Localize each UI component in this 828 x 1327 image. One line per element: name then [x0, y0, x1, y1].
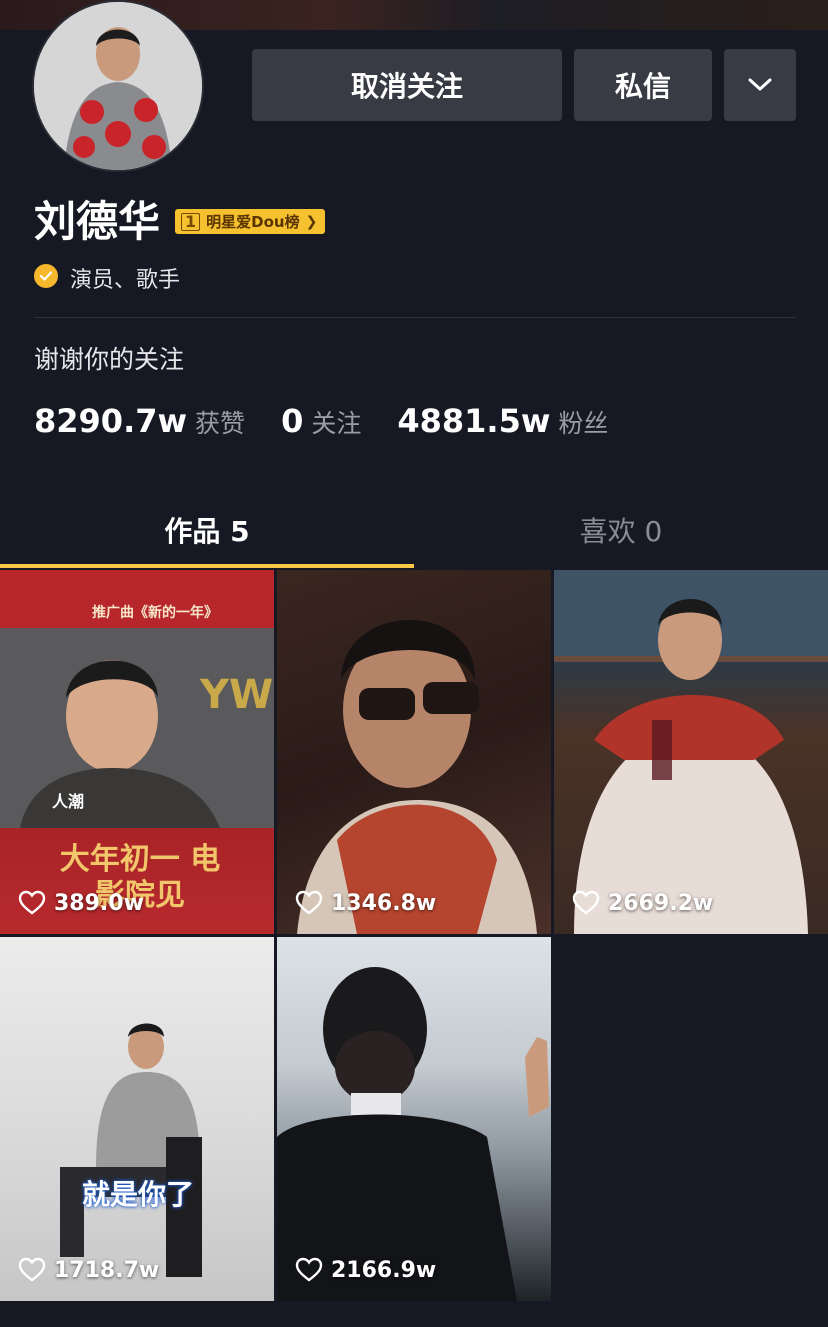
video-like-count: 1718.7w	[18, 1257, 159, 1283]
like-count-text: 2669.2w	[608, 890, 714, 916]
rank-label: 明星爱Dou榜	[206, 213, 300, 231]
message-button[interactable]: 私信	[574, 49, 712, 121]
video-thumbnail[interactable]: 推广曲《新的一年》 YW 人潮 大年初一 电影院见 389.0w	[0, 570, 274, 934]
video-image: YW	[0, 628, 274, 828]
tab-active-indicator	[0, 564, 414, 568]
like-count-text: 2166.9w	[331, 1257, 437, 1283]
heart-icon	[18, 1257, 46, 1282]
video-thumbnail[interactable]: 1346.8w	[277, 570, 551, 934]
divider	[34, 317, 796, 318]
avatar-image	[34, 2, 202, 170]
video-image	[554, 570, 828, 934]
profile-name: 刘德华	[34, 197, 161, 246]
stats-row: 8290.7w 获赞 0 关注 4881.5w 粉丝	[34, 402, 644, 440]
video-like-count: 2669.2w	[572, 890, 713, 916]
video-overlay-logo: 人潮	[52, 792, 85, 811]
video-like-count: 1346.8w	[295, 890, 436, 916]
chevron-right-icon: ❯	[305, 213, 318, 230]
video-image	[277, 967, 549, 1301]
verified-icon	[34, 264, 58, 288]
video-image	[297, 620, 537, 934]
heart-icon	[295, 890, 323, 915]
bio-text: 谢谢你的关注	[34, 345, 185, 374]
like-count-text: 1346.8w	[331, 890, 437, 916]
heart-icon	[572, 890, 600, 915]
like-count-text: 389.0w	[54, 890, 144, 916]
tab-works[interactable]: 作品 5	[0, 500, 414, 560]
svg-text:YW: YW	[199, 672, 273, 718]
tab-likes[interactable]: 喜欢 0	[414, 500, 828, 560]
profile-page: 取消关注 私信 刘德华 1 明星爱Dou榜 ❯ 演员、歌手 谢谢你的关注 829…	[0, 0, 828, 1327]
rank-number: 1	[181, 212, 201, 231]
video-thumbnail[interactable]: 2166.9w	[277, 937, 551, 1301]
video-like-count: 2166.9w	[295, 1257, 436, 1283]
verification-text: 演员、歌手	[70, 268, 181, 293]
unfollow-button[interactable]: 取消关注	[252, 49, 562, 121]
video-image	[60, 1023, 202, 1277]
rank-badge[interactable]: 1 明星爱Dou榜 ❯	[175, 209, 326, 234]
video-thumbnail[interactable]: 2669.2w	[554, 570, 828, 934]
like-count-text: 1718.7w	[54, 1257, 160, 1283]
following-count[interactable]: 0	[281, 402, 303, 440]
heart-icon	[295, 1257, 323, 1282]
video-overlay-caption: 就是你了	[82, 1178, 195, 1211]
chevron-down-icon	[748, 78, 772, 91]
video-thumbnail[interactable]: 就是你了 1718.7w	[0, 937, 274, 1301]
likes-count[interactable]: 8290.7w	[34, 402, 187, 440]
avatar[interactable]	[32, 0, 204, 172]
followers-label[interactable]: 粉丝	[558, 404, 608, 440]
more-button[interactable]	[724, 49, 796, 121]
video-overlay-subtitle: 推广曲《新的一年》	[92, 605, 218, 621]
heart-icon	[18, 890, 46, 915]
following-label[interactable]: 关注	[311, 404, 361, 440]
video-like-count: 389.0w	[18, 890, 144, 916]
likes-label[interactable]: 获赞	[195, 404, 245, 440]
followers-count[interactable]: 4881.5w	[397, 402, 550, 440]
